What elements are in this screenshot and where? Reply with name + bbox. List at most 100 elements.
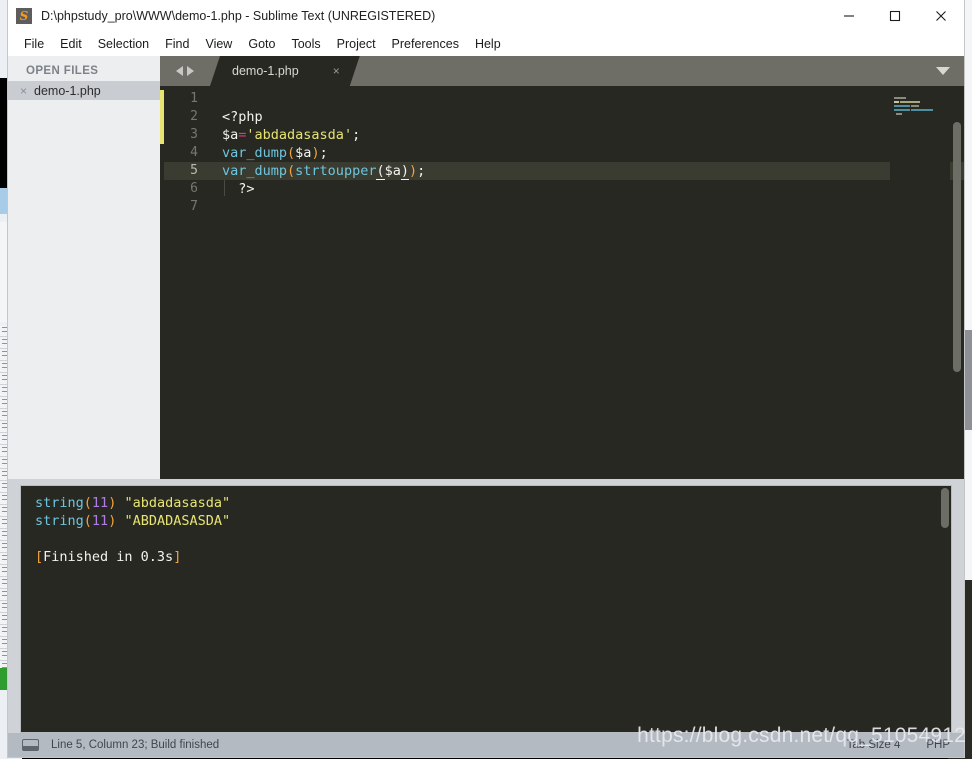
- output-line-1: string(11) "abdadasasda": [35, 494, 951, 512]
- tab-close-icon[interactable]: ×: [333, 64, 340, 78]
- menu-item-selection[interactable]: Selection: [90, 34, 157, 54]
- scrollbar-thumb[interactable]: [953, 122, 961, 372]
- editor-pane: demo-1.php × 1 2 3 4 5 6 7 <?php $a='abd…: [160, 56, 964, 479]
- code-pane[interactable]: 1 2 3 4 5 6 7 <?php $a='abdadasasda'; va…: [160, 86, 964, 479]
- line-number: 7: [190, 199, 198, 214]
- menu-bar: File Edit Selection Find View Goto Tools…: [8, 31, 964, 56]
- close-icon: [936, 10, 946, 21]
- line-number-gutter: 1 2 3 4 5 6 7: [164, 86, 208, 479]
- output-token: 11: [91, 495, 109, 511]
- menu-item-tools[interactable]: Tools: [283, 34, 328, 54]
- code-token: (: [376, 163, 385, 180]
- code-token: ): [311, 145, 320, 161]
- code-text[interactable]: <?php $a='abdadasasda'; var_dump($a); va…: [208, 86, 964, 479]
- code-token: ;: [319, 145, 328, 161]
- output-token: 11: [91, 513, 109, 529]
- minimize-button[interactable]: [826, 0, 872, 31]
- sublime-app-icon: S: [16, 7, 32, 24]
- output-token: "abdadasasda": [124, 495, 231, 511]
- window-title: D:\phpstudy_pro\WWW\demo-1.php - Sublime…: [41, 8, 436, 23]
- status-message: Line 5, Column 23; Build finished: [51, 739, 220, 751]
- maximize-button[interactable]: [872, 0, 918, 31]
- menu-item-edit[interactable]: Edit: [52, 34, 90, 54]
- close-button[interactable]: [918, 0, 964, 31]
- code-line-5-active: var_dump(strtoupper($a));: [208, 162, 964, 180]
- output-token: string: [35, 495, 84, 511]
- code-line-2: <?php: [208, 108, 964, 126]
- sidebar-item-demo-1-php[interactable]: × demo-1.php: [8, 81, 160, 100]
- sublime-text-window: S D:\phpstudy_pro\WWW\demo-1.php - Subli…: [8, 0, 964, 757]
- output-line-3: [35, 530, 951, 548]
- code-token: strtoupper: [295, 163, 377, 179]
- code-token: $a: [222, 127, 239, 143]
- tab-size-indicator[interactable]: Tab Size 4: [847, 739, 901, 751]
- status-bar-right: Tab Size 4 PHP: [847, 739, 950, 751]
- tab-next-icon[interactable]: [187, 66, 194, 76]
- tab-bar: demo-1.php ×: [160, 56, 964, 86]
- code-token: ): [409, 163, 418, 179]
- minimize-icon: [844, 14, 854, 17]
- indent-guide: [224, 180, 225, 196]
- menu-item-view[interactable]: View: [197, 34, 240, 54]
- line-number: 6: [190, 181, 198, 196]
- title-bar: S D:\phpstudy_pro\WWW\demo-1.php - Subli…: [8, 0, 964, 31]
- build-output-panel[interactable]: string(11) "abdadasasda" string(11) "ABD…: [20, 485, 952, 733]
- line-number-active: 5: [164, 162, 208, 180]
- sidebar-heading-open-files: OPEN FILES: [26, 65, 99, 77]
- tab-prev-icon[interactable]: [176, 66, 183, 76]
- code-token: $a: [384, 163, 401, 179]
- tab-navigation: [160, 56, 210, 86]
- tab-label: demo-1.php: [232, 64, 299, 78]
- minimap[interactable]: [890, 86, 950, 479]
- code-line-3: $a='abdadasasda';: [208, 126, 964, 144]
- output-token: string: [35, 513, 84, 529]
- line-number: 3: [190, 127, 198, 142]
- code-line-6: ?>: [208, 180, 964, 198]
- code-token: ?>: [222, 181, 255, 197]
- output-token: (: [83, 495, 92, 511]
- output-token: ]: [173, 549, 182, 565]
- output-line-2: string(11) "ABDADASASDA": [35, 512, 951, 530]
- editor-and-sidebar: OPEN FILES × demo-1.php demo-1.php × 1 2…: [8, 56, 964, 479]
- output-line-4: [Finished in 0.3s]: [35, 548, 951, 566]
- code-token: (: [287, 145, 296, 161]
- maximize-icon: [889, 10, 901, 21]
- build-output-wrapper: string(11) "abdadasasda" string(11) "ABD…: [8, 479, 964, 733]
- menu-item-help[interactable]: Help: [467, 34, 509, 54]
- code-token: $a: [295, 145, 312, 161]
- editor-vertical-scrollbar[interactable]: [953, 122, 961, 474]
- code-token: var_dump: [222, 163, 288, 179]
- code-token: 'abdadasasda': [246, 127, 353, 143]
- close-icon[interactable]: ×: [20, 85, 27, 97]
- panel-toggle-icon[interactable]: [22, 739, 39, 751]
- chevron-down-icon[interactable]: [936, 67, 950, 75]
- menu-item-project[interactable]: Project: [329, 34, 384, 54]
- line-number: 1: [190, 91, 198, 106]
- syntax-indicator[interactable]: PHP: [926, 739, 950, 751]
- output-token: (: [83, 513, 92, 529]
- code-line-4: var_dump($a);: [208, 144, 964, 162]
- code-token: <?php: [222, 109, 263, 125]
- code-token: var_dump: [222, 145, 288, 161]
- output-scrollbar-thumb[interactable]: [941, 488, 949, 528]
- output-token: [: [35, 549, 44, 565]
- work-area: OPEN FILES × demo-1.php demo-1.php × 1 2…: [8, 56, 964, 757]
- sidebar-item-label: demo-1.php: [34, 83, 101, 98]
- output-token: "ABDADASASDA": [124, 513, 231, 529]
- status-bar: Line 5, Column 23; Build finished Tab Si…: [8, 733, 964, 757]
- tab-demo-1-php[interactable]: demo-1.php ×: [210, 56, 360, 86]
- menu-item-find[interactable]: Find: [157, 34, 197, 54]
- code-token: ): [400, 163, 409, 180]
- code-token: ;: [352, 127, 361, 143]
- menu-item-preferences[interactable]: Preferences: [384, 34, 467, 54]
- code-token: ;: [417, 163, 426, 179]
- line-number: 4: [190, 145, 198, 160]
- output-token: Finished in 0.3s: [43, 549, 174, 565]
- code-token: (: [287, 163, 296, 179]
- menu-item-file[interactable]: File: [16, 34, 52, 54]
- menu-item-goto[interactable]: Goto: [240, 34, 283, 54]
- minimap-row: [894, 112, 950, 116]
- window-controls: [826, 0, 964, 31]
